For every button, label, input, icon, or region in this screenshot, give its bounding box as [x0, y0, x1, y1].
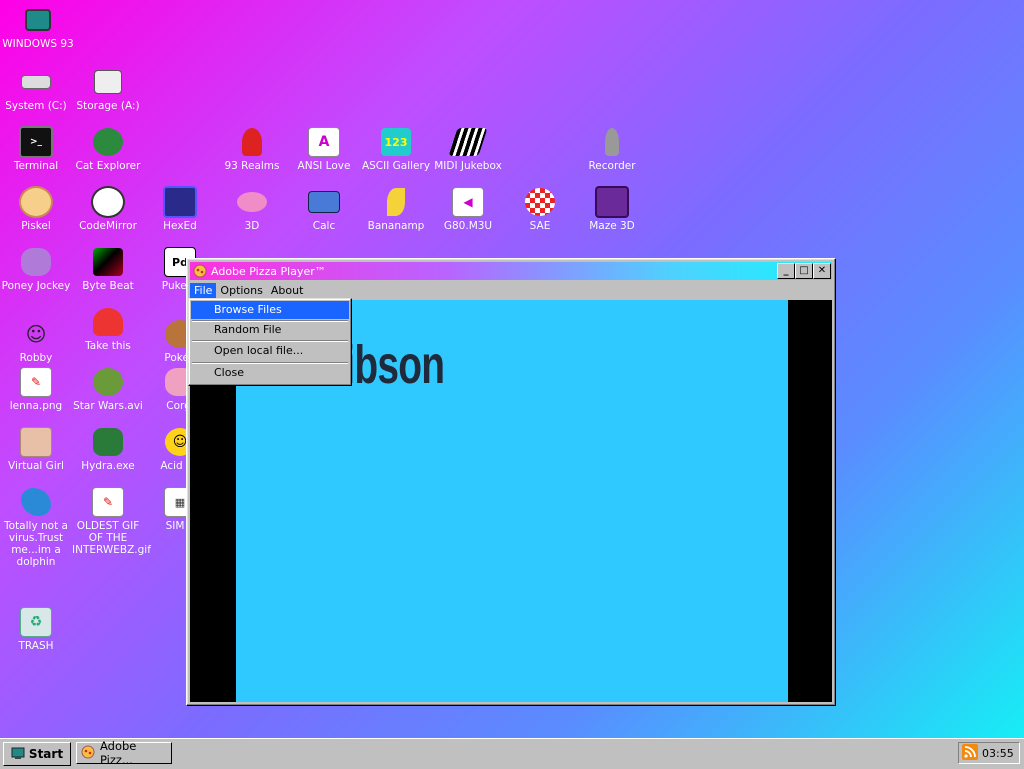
minimize-button[interactable]: _	[777, 263, 795, 279]
ascii-icon: 123	[379, 126, 413, 158]
rss-icon[interactable]	[962, 743, 978, 763]
desktop-icon-recorder[interactable]: Recorder	[576, 126, 648, 172]
desktop-icon-cat-explorer[interactable]: Cat Explorer	[72, 126, 144, 172]
cat-mirror-icon	[91, 186, 125, 218]
start-label: Start	[28, 747, 64, 761]
start-button[interactable]: Start	[3, 742, 71, 766]
realms-icon	[235, 126, 269, 158]
window-titlebar[interactable]: Adobe Pizza Player™ _ □ ✕	[190, 262, 832, 280]
desktop-icon-trash[interactable]: ♻ TRASH	[0, 606, 72, 652]
image-file-icon: ✎	[19, 366, 53, 398]
desktop-icon-star-wars[interactable]: Star Wars.avi	[72, 366, 144, 412]
character-icon	[91, 306, 125, 338]
desktop-icon-robby[interactable]: ☺ Robby	[0, 318, 72, 364]
taskbar: Start Adobe Pizz... 03:55	[0, 738, 1024, 769]
floppy-icon	[91, 66, 125, 98]
pony-icon	[19, 246, 53, 278]
desktop-icon-oldest-gif[interactable]: ✎ OLDEST GIF OF THE INTERWEBZ.gif	[72, 486, 151, 556]
menu-item-random-file[interactable]: Random File	[191, 321, 349, 339]
desktop-icon-midi-jukebox[interactable]: MIDI Jukebox	[432, 126, 504, 172]
bytebeat-icon	[91, 246, 125, 278]
close-button[interactable]: ✕	[813, 263, 831, 279]
desktop-icon-hydra[interactable]: Hydra.exe	[72, 426, 144, 472]
ball-icon	[523, 186, 557, 218]
drive-icon	[19, 66, 53, 98]
window-menubar: File Options About	[190, 281, 832, 299]
desktop-icon-93-realms[interactable]: 93 Realms	[216, 126, 288, 172]
cube-icon	[163, 186, 197, 218]
desktop-icon-dolphin[interactable]: Totally not a virus.Trust me...im a dolp…	[0, 486, 72, 568]
system-tray: 03:55	[958, 742, 1020, 764]
face-icon	[19, 426, 53, 458]
palette-icon	[19, 186, 53, 218]
dolphin-icon	[19, 486, 53, 518]
trash-icon: ♻	[19, 606, 53, 638]
start-icon	[11, 746, 25, 763]
desktop-icon-bananamp[interactable]: Bananamp	[360, 186, 432, 232]
menu-item-open-local-file[interactable]: Open local file...	[191, 342, 349, 360]
desktop-icon-piskel[interactable]: Piskel	[0, 186, 72, 232]
terminal-icon: >_	[19, 126, 53, 158]
menu-file[interactable]: File	[190, 282, 217, 298]
desktop-icon-3d[interactable]: 3D	[216, 186, 288, 232]
taskbar-item-pizza-player[interactable]: Adobe Pizz...	[76, 739, 172, 767]
calculator-icon	[307, 186, 341, 218]
file-dropdown-menu: Browse Files Random File Open local file…	[188, 298, 352, 386]
menu-item-close[interactable]: Close	[191, 364, 349, 382]
desktop-icon-lenna-png[interactable]: ✎ lenna.png	[0, 366, 72, 412]
desktop-icon-ascii-gallery[interactable]: 123 ASCII Gallery	[360, 126, 432, 172]
window-title: Adobe Pizza Player™	[211, 264, 326, 278]
desktop-icon-storage-a[interactable]: Storage (A:)	[72, 66, 144, 112]
menu-about[interactable]: About	[267, 283, 308, 298]
desktop-icon-system-c[interactable]: System (C:)	[0, 66, 72, 112]
piano-icon	[448, 126, 488, 158]
desktop-icon-sae[interactable]: SAE	[504, 186, 576, 232]
banana-icon	[379, 186, 413, 218]
ansi-icon: A	[307, 126, 341, 158]
computer-icon	[21, 4, 55, 36]
yoda-icon	[91, 366, 125, 398]
desktop-icon-windows93[interactable]: WINDOWS 93	[2, 4, 74, 50]
clock: 03:55	[982, 746, 1014, 760]
desktop-icon-hexed[interactable]: HexEd	[144, 186, 216, 232]
desktop-icon-poney-jockey[interactable]: Poney Jockey	[0, 246, 72, 292]
pizza-icon	[81, 745, 95, 762]
gif-file-icon: ✎	[91, 486, 125, 518]
desktop-icon-virtual-girl[interactable]: Virtual Girl	[0, 426, 72, 472]
taskbar-item-label: Adobe Pizz...	[100, 739, 137, 767]
microphone-icon	[595, 126, 629, 158]
menu-options[interactable]: Options	[216, 283, 266, 298]
desktop-icon-maze-3d[interactable]: Maze 3D	[576, 186, 648, 232]
desktop-icon-byte-beat[interactable]: Byte Beat	[72, 246, 144, 292]
playlist-icon: ◀	[451, 186, 485, 218]
desktop-icon-terminal[interactable]: >_ Terminal	[0, 126, 72, 172]
desktop-icon-g80-m3u[interactable]: ◀ G80.M3U	[432, 186, 504, 232]
desktop-icon-calc[interactable]: Calc	[288, 186, 360, 232]
menu-item-browse-files[interactable]: Browse Files	[191, 301, 349, 319]
maze-icon	[595, 186, 629, 218]
desktop-icon-take-this[interactable]: Take this	[72, 306, 144, 352]
hydra-icon	[91, 426, 125, 458]
maximize-button[interactable]: □	[795, 263, 813, 279]
pizza-icon	[193, 264, 207, 278]
cat-globe-icon	[91, 126, 125, 158]
teapot-icon	[235, 186, 269, 218]
desktop-icon-ansi-love[interactable]: A ANSI Love	[288, 126, 360, 172]
stickman-icon: ☺	[25, 322, 47, 346]
desktop-icon-codemirror[interactable]: CodeMirror	[72, 186, 144, 232]
